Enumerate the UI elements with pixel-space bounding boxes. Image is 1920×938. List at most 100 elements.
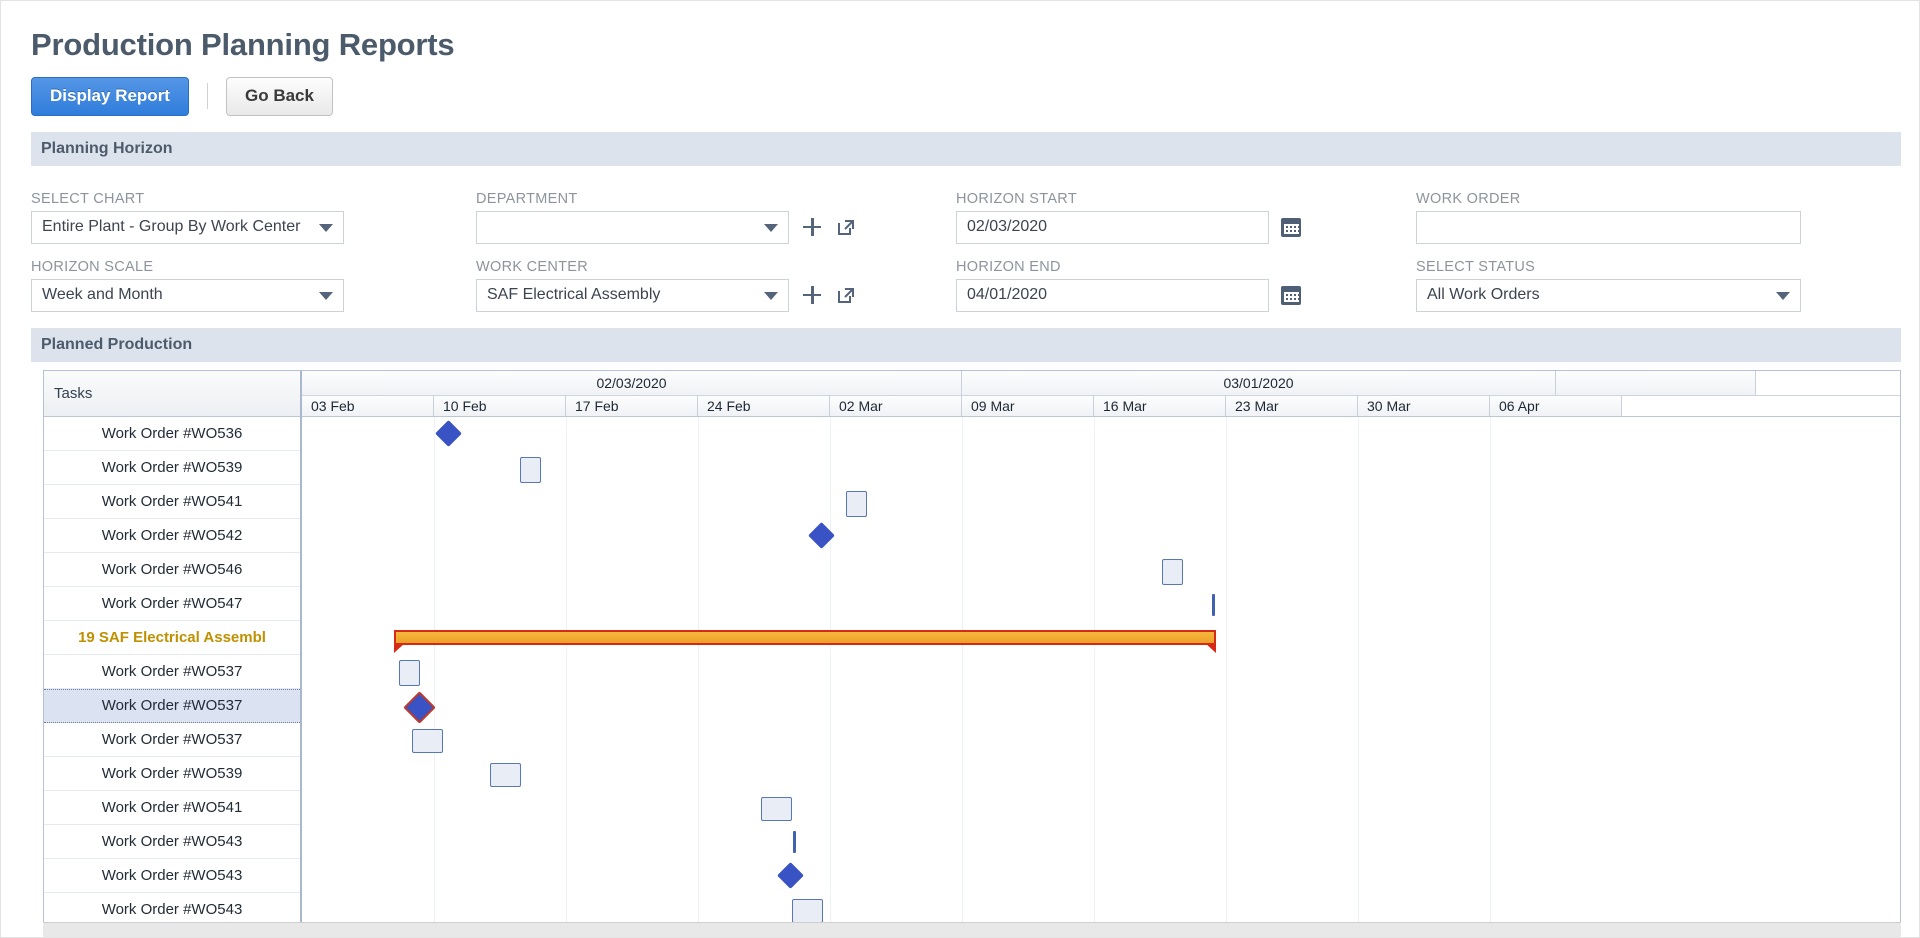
open-work-center-button[interactable] [835,284,857,306]
horizon-start-value: 02/03/2020 [967,218,1048,236]
milestone-diamond-marker[interactable] [777,861,804,889]
chevron-down-icon [1776,292,1790,301]
task-row[interactable]: Work Order #WO537 [44,655,300,689]
horizon-end-input[interactable]: 04/01/2020 [956,278,1269,312]
work-center-value: SAF Electrical Assembly [487,286,661,304]
week-axis-cell: 10 Feb [434,395,566,416]
milestone-diamond-marker[interactable] [808,521,835,549]
task-row[interactable]: Work Order #WO543 [44,825,300,859]
horizon-scale-dropdown[interactable]: Week and Month [31,278,344,312]
week-axis-cell: 06 Apr [1490,395,1622,416]
chevron-down-icon [764,292,778,301]
task-row[interactable]: Work Order #WO537 [44,723,300,757]
task-bar-marker[interactable] [399,659,420,686]
task-bar-marker[interactable] [412,728,443,753]
select-status-dropdown[interactable]: All Work Orders [1416,278,1801,312]
milestone-diamond-marker[interactable] [435,419,462,447]
task-tick-marker[interactable] [1212,593,1215,616]
open-department-button[interactable] [835,216,857,238]
month-axis-cell [1556,370,1756,395]
task-row[interactable]: Work Order #WO546 [44,553,300,587]
go-back-button[interactable]: Go Back [225,77,333,116]
task-row-label: Work Order #WO537 [101,730,243,748]
chevron-down-icon [319,224,333,233]
task-row[interactable]: Work Order #WO547 [44,587,300,621]
task-tick-marker[interactable] [793,830,796,853]
external-link-icon [838,288,854,304]
chevron-down-icon [319,292,333,301]
milestone-diamond-marker[interactable] [403,690,436,724]
horizon-scale-group: HORIZON SCALE Week and Month [31,259,476,312]
task-bar-marker[interactable] [761,796,792,821]
work-order-label: WORK ORDER [1416,190,1521,207]
task-row[interactable]: Work Order #WO539 [44,451,300,485]
horizon-end-value: 04/01/2020 [967,286,1048,304]
task-row[interactable]: Work Order #WO542 [44,519,300,553]
task-bar-marker[interactable] [520,456,541,483]
horizon-start-label: HORIZON START [956,190,1077,207]
week-axis-cell: 09 Mar [962,395,1094,416]
display-report-button[interactable]: Display Report [31,77,189,116]
select-chart-value: Entire Plant - Group By Work Center [42,218,301,236]
task-row-label: Work Order #WO541 [101,798,243,816]
task-bar-marker[interactable] [846,490,867,517]
work-center-dropdown[interactable]: SAF Electrical Assembly [476,278,789,312]
task-row-label: Work Order #WO536 [101,424,243,442]
task-row-label: Work Order #WO543 [101,866,243,884]
department-dropdown[interactable] [476,210,789,244]
task-row-label: Work Order #WO539 [101,458,243,476]
week-axis-cell: 16 Mar [1094,395,1226,416]
select-chart-group: SELECT CHART Entire Plant - Group By Wor… [31,191,476,244]
horizon-scale-label: HORIZON SCALE [31,258,154,275]
horizon-end-group: HORIZON END 04/01/2020 [956,259,1416,312]
task-row[interactable]: Work Order #WO536 [44,417,300,451]
task-row-label: Work Order #WO537 [101,662,243,680]
report-page: Production Planning Reports Display Repo… [0,0,1920,938]
horizontal-scrollbar[interactable] [43,922,1901,937]
task-row[interactable]: Work Order #WO541 [44,791,300,825]
task-bar-marker[interactable] [1162,558,1183,585]
filter-row-1: SELECT CHART Entire Plant - Group By Wor… [31,176,1919,244]
summary-bar[interactable] [394,629,1216,653]
gantt-timeline-pane: 02/03/2020 03/01/2020 03 Feb 10 Feb 17 Feb 2… [302,370,1900,930]
gantt-bars-layer [302,417,1900,930]
department-label: DEPARTMENT [476,190,578,207]
select-chart-dropdown[interactable]: Entire Plant - Group By Work Center [31,210,344,244]
select-status-value: All Work Orders [1427,286,1540,304]
tasks-column-header: Tasks [44,370,300,417]
select-chart-label: SELECT CHART [31,190,145,207]
gantt-chart: Tasks Work Order #WO536 Work Order #WO539… [43,369,1901,930]
calendar-icon[interactable] [1281,217,1301,237]
task-row[interactable]: Work Order #WO541 [44,485,300,519]
select-status-label: SELECT STATUS [1416,258,1536,275]
week-axis-cell: 24 Feb [698,395,830,416]
task-bar-marker[interactable] [792,898,823,923]
task-row-label: Work Order #WO542 [101,526,243,544]
work-center-label: WORK CENTER [476,258,589,275]
task-row-label: Work Order #WO543 [101,832,243,850]
task-row-label: Work Order #WO543 [101,900,243,918]
department-group: DEPARTMENT [476,191,956,244]
gantt-task-list: Work Order #WO536 Work Order #WO539 Work O… [44,417,300,927]
task-row[interactable]: Work Order #WO539 [44,757,300,791]
add-department-button[interactable] [801,216,823,238]
gantt-task-pane: Tasks Work Order #WO536 Work Order #WO539… [44,370,302,930]
task-row-label: Work Order #WO539 [101,764,243,782]
horizon-start-input[interactable]: 02/03/2020 [956,210,1269,244]
chevron-down-icon [764,224,778,233]
work-center-group: WORK CENTER SAF Electrical Assembly [476,259,956,312]
plus-icon [802,285,822,305]
gantt-month-axis: 02/03/2020 03/01/2020 [302,370,1900,396]
task-row[interactable]: 19 SAF Electrical Assembl [44,621,300,655]
task-row[interactable]: Work Order #WO537 [44,688,300,723]
calendar-icon[interactable] [1281,285,1301,305]
month-axis-cell: 03/01/2020 [962,370,1556,395]
task-row[interactable]: Work Order #WO543 [44,859,300,893]
add-work-center-button[interactable] [801,284,823,306]
task-row-label: Work Order #WO546 [101,560,243,578]
week-axis-cell: 02 Mar [830,395,962,416]
task-bar-marker[interactable] [490,762,521,787]
week-axis-cell: 17 Feb [566,395,698,416]
work-order-input[interactable] [1416,210,1801,244]
page-title: Production Planning Reports [31,27,455,62]
